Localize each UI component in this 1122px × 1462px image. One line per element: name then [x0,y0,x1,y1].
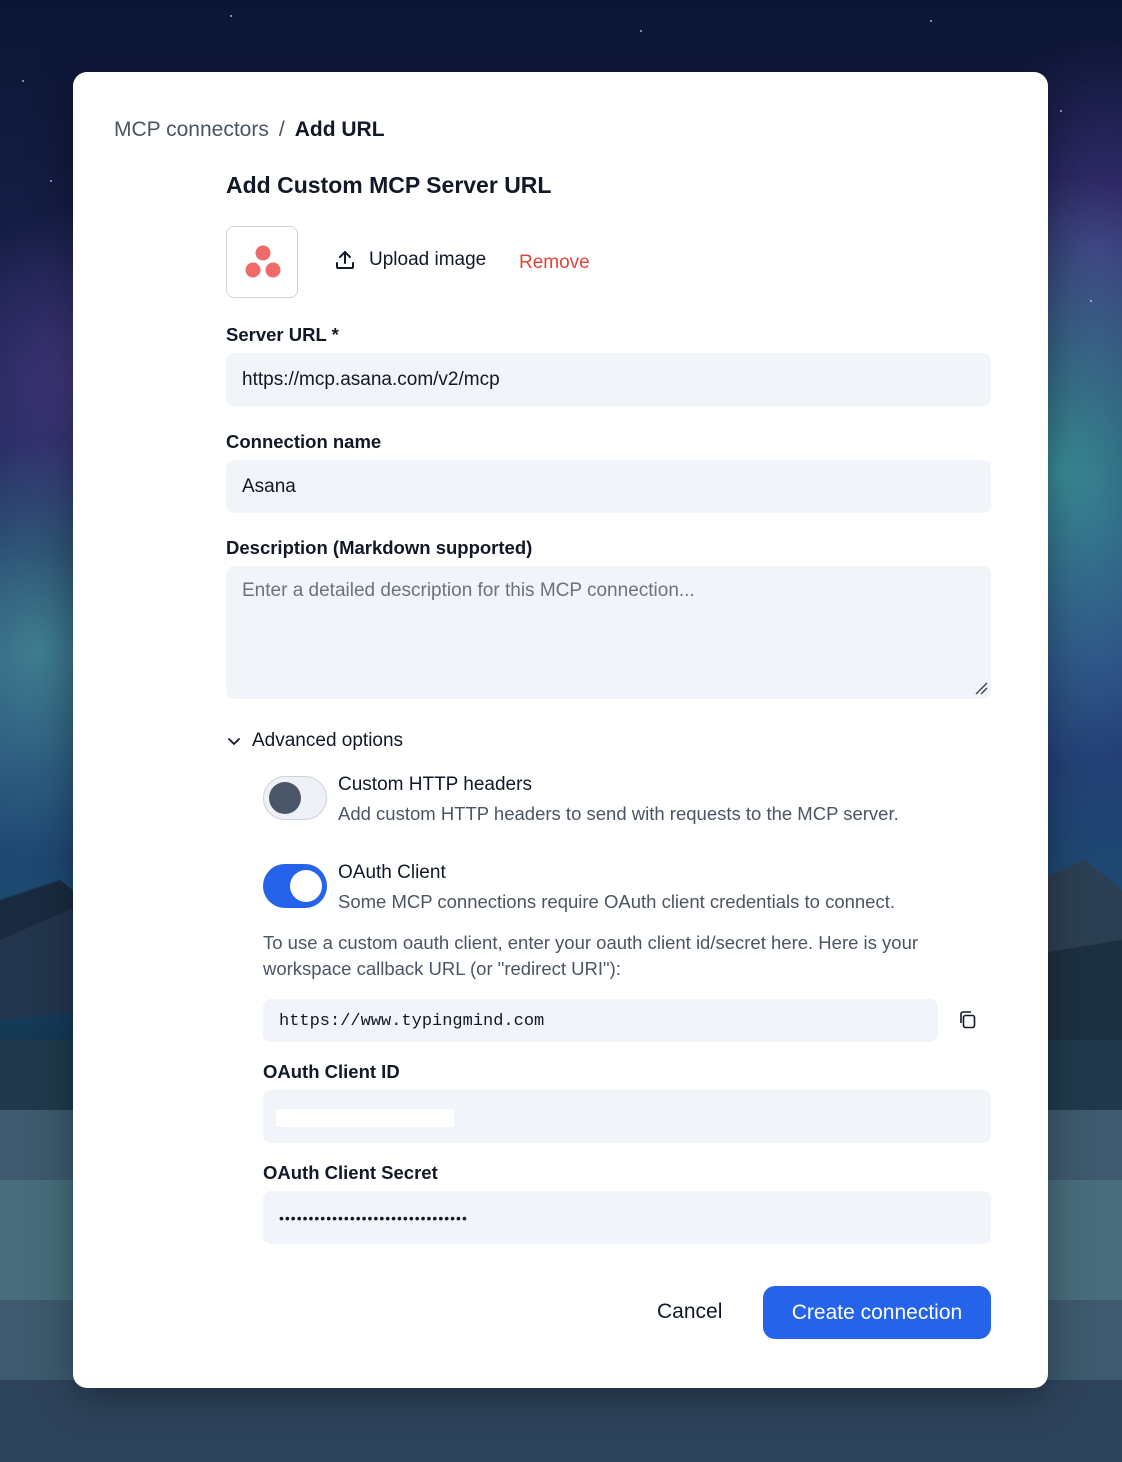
server-url-input[interactable] [226,353,991,406]
toggle-knob [290,870,322,902]
description-label: Description (Markdown supported) [226,537,533,558]
upload-image-label: Upload image [369,249,487,270]
breadcrumb: MCP connectors / Add URL [114,118,385,142]
upload-icon [336,251,354,269]
upload-image-button[interactable]: Upload image [333,248,486,272]
remove-image-button[interactable]: Remove [519,252,590,274]
toggle-knob [269,782,301,814]
star [1090,300,1092,302]
star [640,30,642,32]
breadcrumb-parent-link[interactable]: MCP connectors [114,118,269,142]
cancel-button[interactable]: Cancel [639,1286,740,1338]
oauth-client-secret-input[interactable] [263,1191,991,1244]
custom-headers-toggle[interactable] [263,776,327,820]
star [22,80,24,82]
breadcrumb-separator: / [278,118,285,141]
custom-headers-description: Add custom HTTP headers to send with req… [338,803,899,824]
resize-grip-icon[interactable] [973,680,989,696]
connection-name-input[interactable] [226,460,991,513]
redacted-value [276,1109,454,1127]
callback-url-field: https://www.typingmind.com [263,999,938,1042]
advanced-options-label: Advanced options [252,730,404,751]
create-connection-button[interactable]: Create connection [763,1286,991,1339]
add-mcp-url-dialog: MCP connectors / Add URL Add Custom MCP … [73,72,1048,1388]
oauth-client-description: Some MCP connections require OAuth clien… [338,891,896,912]
description-textarea[interactable] [226,566,991,699]
star [50,180,52,182]
connection-logo [226,226,298,298]
star [230,15,232,17]
star [930,20,932,22]
chevron-down-icon [228,738,240,745]
copy-icon[interactable] [957,1009,979,1031]
oauth-client-secret-label: OAuth Client Secret [263,1162,438,1183]
advanced-options-toggle[interactable]: Advanced options [226,730,403,752]
oauth-client-toggle[interactable] [263,864,327,908]
star [1060,110,1062,112]
asana-logo-icon [245,245,281,278]
oauth-info-text: To use a custom oauth client, enter your… [263,932,919,979]
custom-headers-title: Custom HTTP headers [338,774,532,795]
oauth-client-title: OAuth Client [338,862,446,883]
page-title: Add Custom MCP Server URL [226,172,552,198]
server-url-label: Server URL * [226,324,339,345]
connection-name-label: Connection name [226,431,382,452]
oauth-client-id-label: OAuth Client ID [263,1061,400,1082]
breadcrumb-current: Add URL [294,118,385,141]
